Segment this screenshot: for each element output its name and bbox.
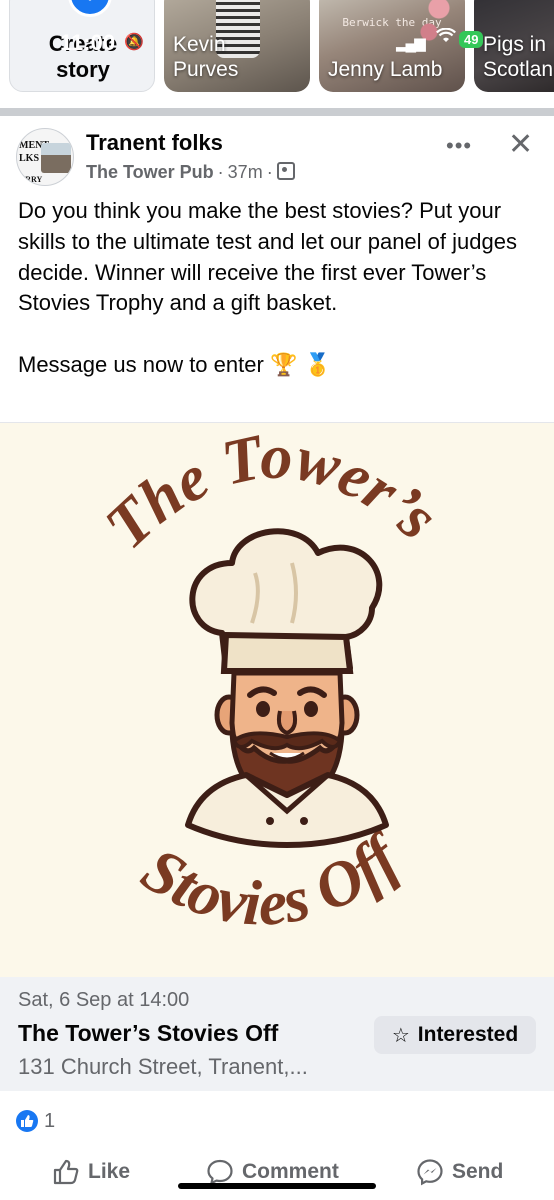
battery-indicator: 49 <box>459 31 484 48</box>
story-card-pigs-in-scotland[interactable]: Pigs in Scotlan <box>474 0 554 92</box>
post-header: MENT LKS ORRY Tranent folks The Tower Pub ·… <box>0 116 554 196</box>
interested-label: Interested <box>417 1023 519 1046</box>
post-paragraph: Message us now to enter 🏆 🥇 <box>18 352 332 379</box>
star-icon: ☆ <box>391 1024 410 1047</box>
status-time: 11:00 <box>60 30 116 55</box>
like-reaction-icon <box>16 1110 38 1132</box>
story-card-kevin-purves[interactable]: Kevin Purves <box>164 0 310 92</box>
send-label: Send <box>452 1160 504 1183</box>
story-name: Jenny Lamb <box>328 58 443 81</box>
group-name[interactable]: Tranent folks <box>86 130 223 156</box>
event-location: 131 Church Street, Tranent,... <box>18 1054 308 1079</box>
post-author[interactable]: The Tower Pub <box>86 162 214 182</box>
close-icon[interactable]: ✕ <box>508 128 533 162</box>
messenger-icon <box>417 1159 443 1186</box>
thumbs-up-icon <box>53 1159 79 1185</box>
reaction-count: 1 <box>44 1109 56 1132</box>
audience-icon <box>276 162 295 180</box>
event-info-panel[interactable]: Sat, 6 Sep at 14:00 The Tower’s Stovies … <box>0 977 554 1091</box>
comment-button[interactable]: Comment <box>206 1158 339 1186</box>
comment-bubble-icon <box>207 1159 233 1185</box>
event-title[interactable]: The Tower’s Stovies Off <box>18 1020 278 1047</box>
cellular-signal-icon: ▂▄▆ <box>396 35 426 52</box>
event-date: Sat, 6 Sep at 14:00 <box>18 989 190 1011</box>
create-story-label-line2: story <box>56 57 110 82</box>
home-indicator[interactable] <box>178 1183 376 1189</box>
pub-photo <box>41 143 71 173</box>
stories-strip: + Create story Kevin Purves Berwick the … <box>0 0 554 108</box>
send-button[interactable]: Send <box>416 1158 503 1186</box>
trophy-medal-emoji: 🏆 🥇 <box>269 353 332 379</box>
plus-icon: + <box>68 0 112 17</box>
story-name: Kevin Purves <box>173 33 239 81</box>
section-divider <box>0 108 554 116</box>
post-time[interactable]: 37m <box>228 162 263 182</box>
like-button[interactable]: Like <box>52 1158 130 1186</box>
comment-label: Comment <box>242 1160 339 1183</box>
post-meta: The Tower Pub · 37m · <box>86 162 295 183</box>
group-avatar[interactable]: MENT LKS ORRY <box>16 128 74 186</box>
post-text: Do you think you make the best stovies? … <box>18 196 538 382</box>
interested-button[interactable]: ☆ Interested <box>374 1016 536 1054</box>
event-cover-image[interactable]: The Tower’s Stovies Off <box>0 422 554 977</box>
post-action-bar: Like Comment Send <box>0 1148 554 1200</box>
post-paragraph: Do you think you make the best stovies? … <box>18 198 517 316</box>
chef-hat <box>189 528 383 674</box>
event-illustration: The Tower’s Stovies Off <box>91 423 451 939</box>
reactions-summary[interactable]: 1 <box>16 1108 55 1134</box>
story-name: Pigs in Scotlan <box>483 33 554 81</box>
wifi-icon <box>436 27 456 49</box>
silent-bell-icon: 🔕 <box>124 34 144 51</box>
more-options-icon[interactable]: ••• <box>446 135 472 157</box>
like-label: Like <box>88 1160 131 1183</box>
